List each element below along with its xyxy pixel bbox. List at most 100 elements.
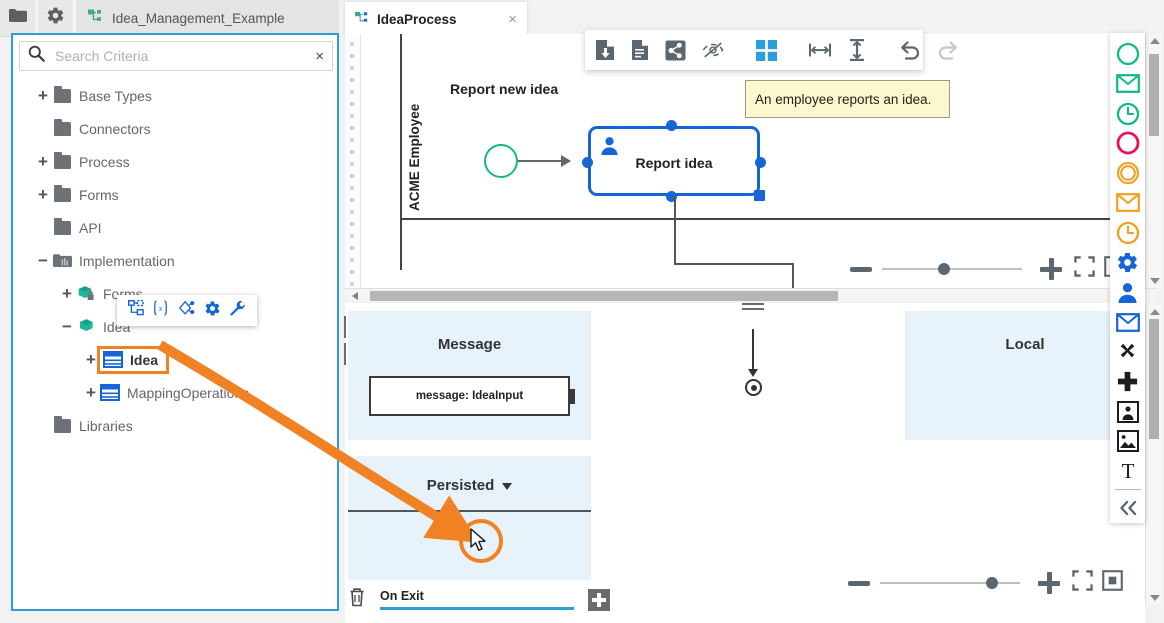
arrow-head [748, 369, 758, 377]
actual-size-icon[interactable] [1102, 570, 1123, 596]
message-task-icon[interactable] [1113, 307, 1143, 337]
canvas-vertical-scrollbar[interactable] [1145, 34, 1161, 288]
scroll-left-arrow[interactable] [352, 292, 358, 300]
on-exit-label: On Exit [380, 589, 424, 603]
document-icon[interactable] [631, 38, 649, 62]
project-tab[interactable]: Idea_Management_Example [76, 0, 339, 36]
grid-icon[interactable] [756, 38, 777, 62]
tree-item-forms[interactable]: + Forms [13, 178, 337, 211]
expand-toggle[interactable]: + [83, 385, 99, 401]
folder-icon [51, 120, 73, 138]
end-event-icon[interactable] [1113, 128, 1143, 158]
image-icon[interactable] [1113, 427, 1143, 457]
message-item-label: message: IdeaInput [416, 390, 523, 402]
gear-icon[interactable] [204, 300, 221, 322]
tab-ideaprocess[interactable]: IdeaProcess × [345, 2, 527, 36]
user-task-icon[interactable] [1113, 278, 1143, 308]
zoom-out-button[interactable] [848, 581, 870, 586]
wrench-icon[interactable] [229, 300, 246, 322]
text-annotation-icon[interactable]: T [1113, 456, 1143, 486]
tree-item-connectors[interactable]: Connectors [13, 112, 337, 145]
task-report-idea[interactable]: Report idea [588, 126, 760, 196]
properties-vertical-scrollbar[interactable] [1145, 305, 1161, 605]
tree-item-api[interactable]: API [13, 211, 337, 244]
chevron-down-icon[interactable] [502, 483, 512, 490]
expand-toggle[interactable]: + [35, 154, 51, 170]
message-item[interactable]: message: IdeaInput [369, 376, 570, 416]
collapse-palette-icon[interactable] [1113, 493, 1143, 523]
persisted-section-title[interactable]: Persisted [348, 456, 591, 494]
expand-toggle[interactable]: + [35, 187, 51, 203]
expand-toggle[interactable]: + [35, 88, 51, 104]
exclusive-gateway-icon[interactable] [1113, 337, 1143, 367]
svg-text:x: x [158, 303, 163, 313]
timer-start-event-icon[interactable] [1113, 99, 1143, 129]
intermediate-event-icon[interactable] [1113, 158, 1143, 188]
tree-item-label: Connectors [79, 121, 151, 137]
fit-screen-icon[interactable] [1074, 256, 1095, 282]
tree-item-label: Base Types [79, 88, 152, 104]
expand-toggle[interactable] [35, 418, 51, 434]
scrollbar-thumb[interactable] [1149, 54, 1159, 136]
parallel-gateway-icon[interactable] [1113, 367, 1143, 397]
trash-icon[interactable] [348, 587, 366, 612]
redo-icon[interactable] [937, 38, 959, 62]
search-input[interactable]: Search Criteria × [19, 41, 333, 71]
folder-button[interactable] [0, 0, 35, 36]
expression-icon[interactable]: x [152, 300, 169, 321]
horizontal-splitter-handle[interactable] [742, 303, 764, 311]
tree-item-base-types[interactable]: + Base Types [13, 79, 337, 112]
end-node-circle[interactable] [745, 379, 762, 396]
start-event-shape[interactable] [484, 144, 518, 178]
collapse-toggle[interactable]: − [35, 253, 51, 269]
service-task-icon[interactable] [1113, 248, 1143, 278]
save-file-icon[interactable] [595, 38, 615, 62]
mouse-cursor [470, 528, 494, 554]
tree-item-label: Implementation [79, 253, 175, 269]
undo-icon[interactable] [899, 38, 921, 62]
zoom-in-button[interactable] [1038, 572, 1060, 594]
scrollbar-thumb[interactable] [1149, 319, 1159, 439]
zoom-out-button[interactable] [850, 267, 872, 272]
share-icon[interactable] [665, 38, 686, 62]
collapse-toggle[interactable]: − [59, 319, 75, 335]
on-exit-field[interactable]: On Exit [380, 589, 574, 610]
message-intermediate-icon[interactable] [1113, 188, 1143, 218]
selection-highlight: Idea [97, 346, 169, 374]
message-start-event-icon[interactable] [1113, 69, 1143, 99]
structure-icon[interactable] [128, 300, 144, 321]
expand-toggle[interactable] [35, 220, 51, 236]
start-event-icon[interactable] [1113, 39, 1143, 69]
sequence-flow-down [674, 196, 676, 265]
tree-item-libraries[interactable]: Libraries [13, 409, 337, 442]
sequence-flow-right [674, 263, 794, 265]
expand-toggle[interactable] [35, 121, 51, 137]
tree-item-label: Idea [130, 352, 158, 368]
settings-button[interactable] [38, 0, 73, 36]
diagram-toolbar [585, 30, 923, 70]
zoom-in-button[interactable] [1040, 258, 1062, 280]
tree-item-implementation[interactable]: − Implementation [13, 244, 337, 277]
tree-item-process[interactable]: + Process [13, 145, 337, 178]
close-icon[interactable]: × [508, 11, 517, 28]
hide-eye-icon[interactable] [702, 38, 724, 62]
message-section-title: Message [348, 311, 591, 353]
on-exit-bar: On Exit [348, 583, 610, 616]
clear-search-icon[interactable]: × [315, 48, 324, 65]
tree-item-mappingoperations[interactable]: + MappingOperations [13, 376, 337, 409]
zoom-slider[interactable] [880, 582, 1020, 584]
message-connector-handle[interactable] [568, 389, 575, 404]
mapping-icon[interactable] [177, 300, 195, 321]
scrollbar-thumb[interactable] [370, 291, 838, 301]
align-vertical-icon[interactable] [847, 38, 867, 62]
canvas-horizontal-scrollbar[interactable] [345, 288, 1157, 302]
timer-intermediate-icon[interactable] [1113, 218, 1143, 248]
expand-toggle[interactable]: + [59, 286, 75, 302]
fit-screen-icon[interactable] [1072, 570, 1093, 596]
zoom-slider[interactable] [882, 268, 1022, 270]
bpmn-canvas[interactable]: ACME Employee Report new idea Report ide… [345, 34, 1142, 296]
align-horizontal-icon[interactable] [809, 38, 831, 62]
add-on-exit-button[interactable] [588, 589, 610, 611]
tree-item-idea-selected[interactable]: + Idea [13, 343, 337, 376]
pool-icon[interactable] [1113, 397, 1143, 427]
